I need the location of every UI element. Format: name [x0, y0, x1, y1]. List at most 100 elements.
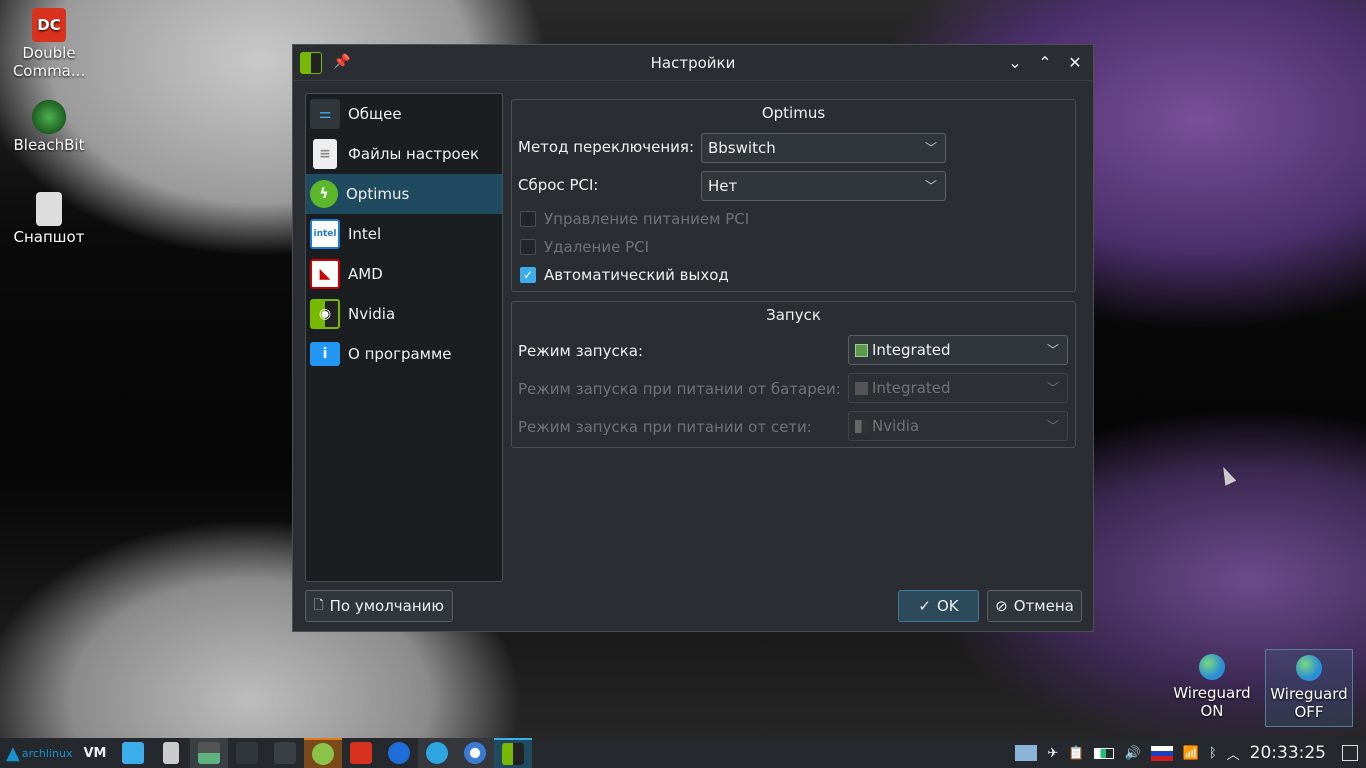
checkbox-label: Удаление PCI [544, 238, 650, 256]
wifi-icon[interactable]: 📶 [1183, 746, 1199, 761]
close-button[interactable]: ✕ [1065, 53, 1085, 73]
system-monitor-icon [198, 742, 220, 764]
cancel-button[interactable]: ⊘ Отмена [987, 590, 1082, 622]
task-settings-tool[interactable] [152, 738, 190, 768]
pci-reset-label: Сброс PCI: [518, 176, 599, 194]
sidebar-item-config-files[interactable]: ≡ Файлы настроек [306, 134, 502, 174]
pci-power-checkbox[interactable]: Управление питанием PCI [520, 210, 749, 228]
launcher-label: archlinux [21, 746, 73, 760]
mouse-cursor-icon [1217, 464, 1237, 486]
sidebar-item-about[interactable]: i О программе [306, 334, 502, 374]
sidebar-item-nvidia[interactable]: ◉ Nvidia [306, 294, 502, 334]
widget-label: Wireguard [1173, 684, 1251, 702]
sidebar-item-optimus[interactable]: ϟ Optimus [306, 174, 502, 214]
clock[interactable]: 20:33:25 [1250, 743, 1326, 763]
keyboard-layout-flag-icon[interactable] [1150, 745, 1173, 761]
chevron-down-icon: ﹀ [924, 141, 937, 155]
sidebar-item-label: О программе [348, 345, 452, 363]
integrated-gpu-icon [855, 343, 868, 357]
task-telegram[interactable] [418, 738, 456, 768]
vm-icon: VM [83, 745, 107, 761]
desktop-icon-snapshot[interactable]: Снапшот [4, 192, 94, 246]
wireguard-off-widget[interactable]: Wireguard OFF [1265, 649, 1353, 727]
snapshot-icon [36, 192, 62, 226]
bluetooth-icon[interactable]: ᛒ [1209, 746, 1217, 761]
launch-group: Запуск Режим запуска: Integrated ﹀ Режим … [511, 301, 1076, 448]
task-optimus-manager[interactable] [494, 738, 532, 768]
group-title: Optimus [761, 104, 826, 122]
document-icon: 🗋 [313, 597, 324, 612]
clipboard-icon[interactable]: 📋 [1068, 746, 1084, 761]
task-vm[interactable]: VM [76, 738, 114, 768]
auto-logout-checkbox[interactable]: ✓ Автоматический выход [520, 266, 729, 284]
battery-mode-select[interactable]: Integrated ﹀ [848, 373, 1068, 403]
double-commander-icon: DC [32, 8, 66, 42]
globe-icon [1199, 654, 1225, 680]
telegram-tray-icon[interactable]: ✈ [1047, 746, 1058, 761]
folder-icon [122, 742, 144, 764]
task-files[interactable] [114, 738, 152, 768]
nvidia-icon [502, 743, 524, 765]
battery-icon[interactable] [1094, 747, 1115, 759]
pci-reset-select[interactable]: Нет ﹀ [701, 171, 946, 201]
select-value: Integrated [872, 379, 951, 397]
sidebar-item-general[interactable]: ⚌ Общее [306, 94, 502, 134]
checkbox-label: Автоматический выход [544, 266, 729, 284]
select-value: Bbswitch [708, 139, 776, 157]
chromium-icon [464, 742, 486, 764]
desktop-icon-bleachbit[interactable]: BleachBit [4, 100, 94, 154]
widget-status: OFF [1294, 703, 1324, 721]
launch-mode-select[interactable]: Integrated ﹀ [848, 335, 1068, 365]
desktop-icon-label: BleachBit [13, 136, 85, 154]
expand-tray-icon[interactable]: ︿ [1227, 744, 1240, 763]
sidebar-item-intel[interactable]: intel Intel [306, 214, 502, 254]
screenshot-tray-icon[interactable] [1015, 745, 1038, 761]
sidebar-item-label: AMD [348, 265, 383, 283]
task-download[interactable] [304, 738, 342, 768]
sliders-icon: ⚌ [310, 99, 340, 129]
task-terminal[interactable] [266, 738, 304, 768]
cancel-icon: ⊘ [995, 597, 1008, 615]
ok-button[interactable]: ✓ OK [898, 590, 979, 622]
amd-icon: ◣ [310, 259, 340, 289]
telegram-icon [426, 742, 448, 764]
wrench-icon [163, 742, 179, 764]
show-desktop-icon[interactable] [1342, 745, 1358, 761]
checkbox[interactable] [520, 239, 536, 255]
task-thunderbird[interactable] [380, 738, 418, 768]
defaults-button[interactable]: 🗋 По умолчанию [305, 590, 453, 622]
sidebar-item-label: Общее [348, 105, 402, 123]
globe-icon [1296, 655, 1322, 681]
settings-sidebar: ⚌ Общее ≡ Файлы настроек ϟ Optimus intel Int… [305, 93, 503, 582]
terminal-icon [274, 742, 296, 764]
app-launcher[interactable]: ▲ archlinux [0, 743, 76, 764]
remove-pci-checkbox[interactable]: Удаление PCI [520, 238, 649, 256]
task-chromium[interactable] [456, 738, 494, 768]
minimize-button[interactable]: ⌄ [1005, 53, 1025, 73]
switch-method-select[interactable]: Bbswitch ﹀ [701, 133, 946, 163]
group-title: Запуск [766, 306, 821, 324]
maximize-button[interactable]: ⌃ [1035, 53, 1055, 73]
sidebar-item-label: Файлы настроек [348, 145, 480, 163]
widget-status: ON [1200, 702, 1224, 720]
sidebar-item-amd[interactable]: ◣ AMD [306, 254, 502, 294]
sidebar-item-label: Intel [348, 225, 382, 243]
task-double-commander[interactable] [342, 738, 380, 768]
checkmark-icon: ✓ [918, 597, 931, 615]
select-value: Нет [708, 177, 738, 195]
desktop-icon-double-commander[interactable]: DC Double Comma... [4, 8, 94, 80]
checkmark-icon[interactable]: ✓ [520, 267, 536, 283]
button-label: По умолчанию [329, 597, 445, 615]
ac-mode-select[interactable]: Nvidia ﹀ [848, 411, 1068, 441]
volume-icon[interactable]: 🔊 [1124, 746, 1140, 761]
button-label: Отмена [1013, 597, 1074, 615]
select-value: Nvidia [872, 417, 920, 435]
window-title: Настройки [650, 53, 736, 72]
task-mixer[interactable] [228, 738, 266, 768]
sliders-icon [236, 742, 258, 764]
launch-mode-label: Режим запуска: [518, 342, 644, 360]
task-monitor[interactable] [190, 738, 228, 768]
integrated-gpu-icon [855, 381, 868, 395]
checkbox[interactable] [520, 211, 536, 227]
wireguard-on-widget[interactable]: Wireguard ON [1168, 654, 1256, 720]
